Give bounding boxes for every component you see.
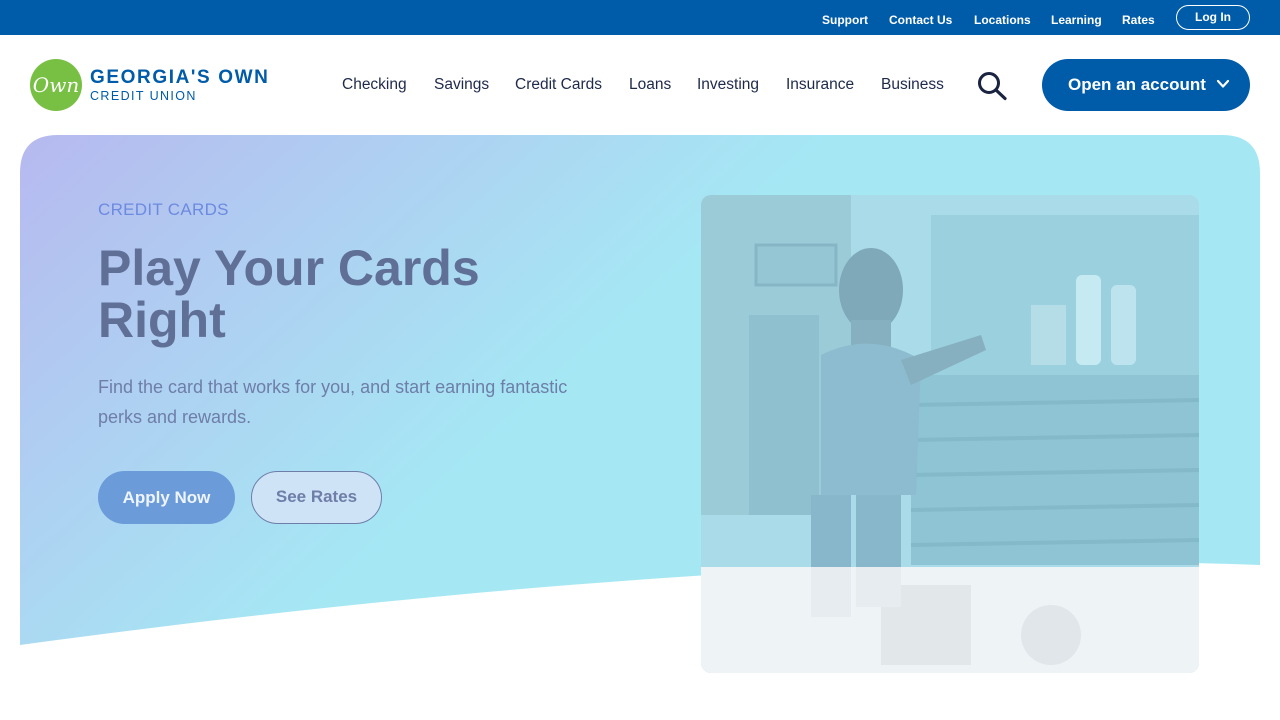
hero-subtext: Find the card that works for you, and st… [98,377,568,427]
open-account-button[interactable]: Open an account [1042,59,1250,111]
nav-item-business[interactable]: Business [881,75,944,95]
brand-logo[interactable]: Own GEORGIA'S OWN CREDIT UNION [30,59,280,111]
utility-link-learning[interactable]: Learning [1051,12,1102,28]
utility-bar: Support Contact Us Locations Learning Ra… [0,0,1280,35]
logo-mark: Own [30,59,82,111]
log-in-button[interactable]: Log In [1176,5,1250,30]
open-account-label: Open an account [1068,75,1206,94]
food-truck-photo [701,195,1199,673]
nav-item-investing[interactable]: Investing [697,75,759,95]
logo-name: GEORGIA'S OWN [90,67,270,88]
utility-link-locations[interactable]: Locations [974,12,1031,28]
search-icon [978,72,1007,101]
utility-link-contact-us[interactable]: Contact Us [889,12,952,28]
nav-item-savings[interactable]: Savings [434,75,489,95]
hero-eyebrow: CREDIT CARDS [98,200,229,219]
site-header: Own GEORGIA'S OWN CREDIT UNION Checking … [0,35,1280,135]
utility-link-rates[interactable]: Rates [1122,12,1155,28]
search-button[interactable] [976,71,1008,101]
logo-subname: CREDIT UNION [90,89,197,103]
nav-item-loans[interactable]: Loans [629,75,671,95]
hero-photo [701,195,1199,673]
chevron-down-icon [1216,79,1230,88]
see-rates-button[interactable]: See Rates [251,471,382,524]
nav-item-checking[interactable]: Checking [342,75,407,95]
utility-link-support[interactable]: Support [822,12,868,28]
hero-headline: Play Your Cards Right [98,240,480,348]
apply-now-button[interactable]: Apply Now [98,471,235,524]
nav-item-insurance[interactable]: Insurance [786,75,854,95]
nav-item-credit-cards[interactable]: Credit Cards [515,75,602,95]
hero-section: CREDIT CARDS Play Your Cards Right Find … [20,135,1260,690]
